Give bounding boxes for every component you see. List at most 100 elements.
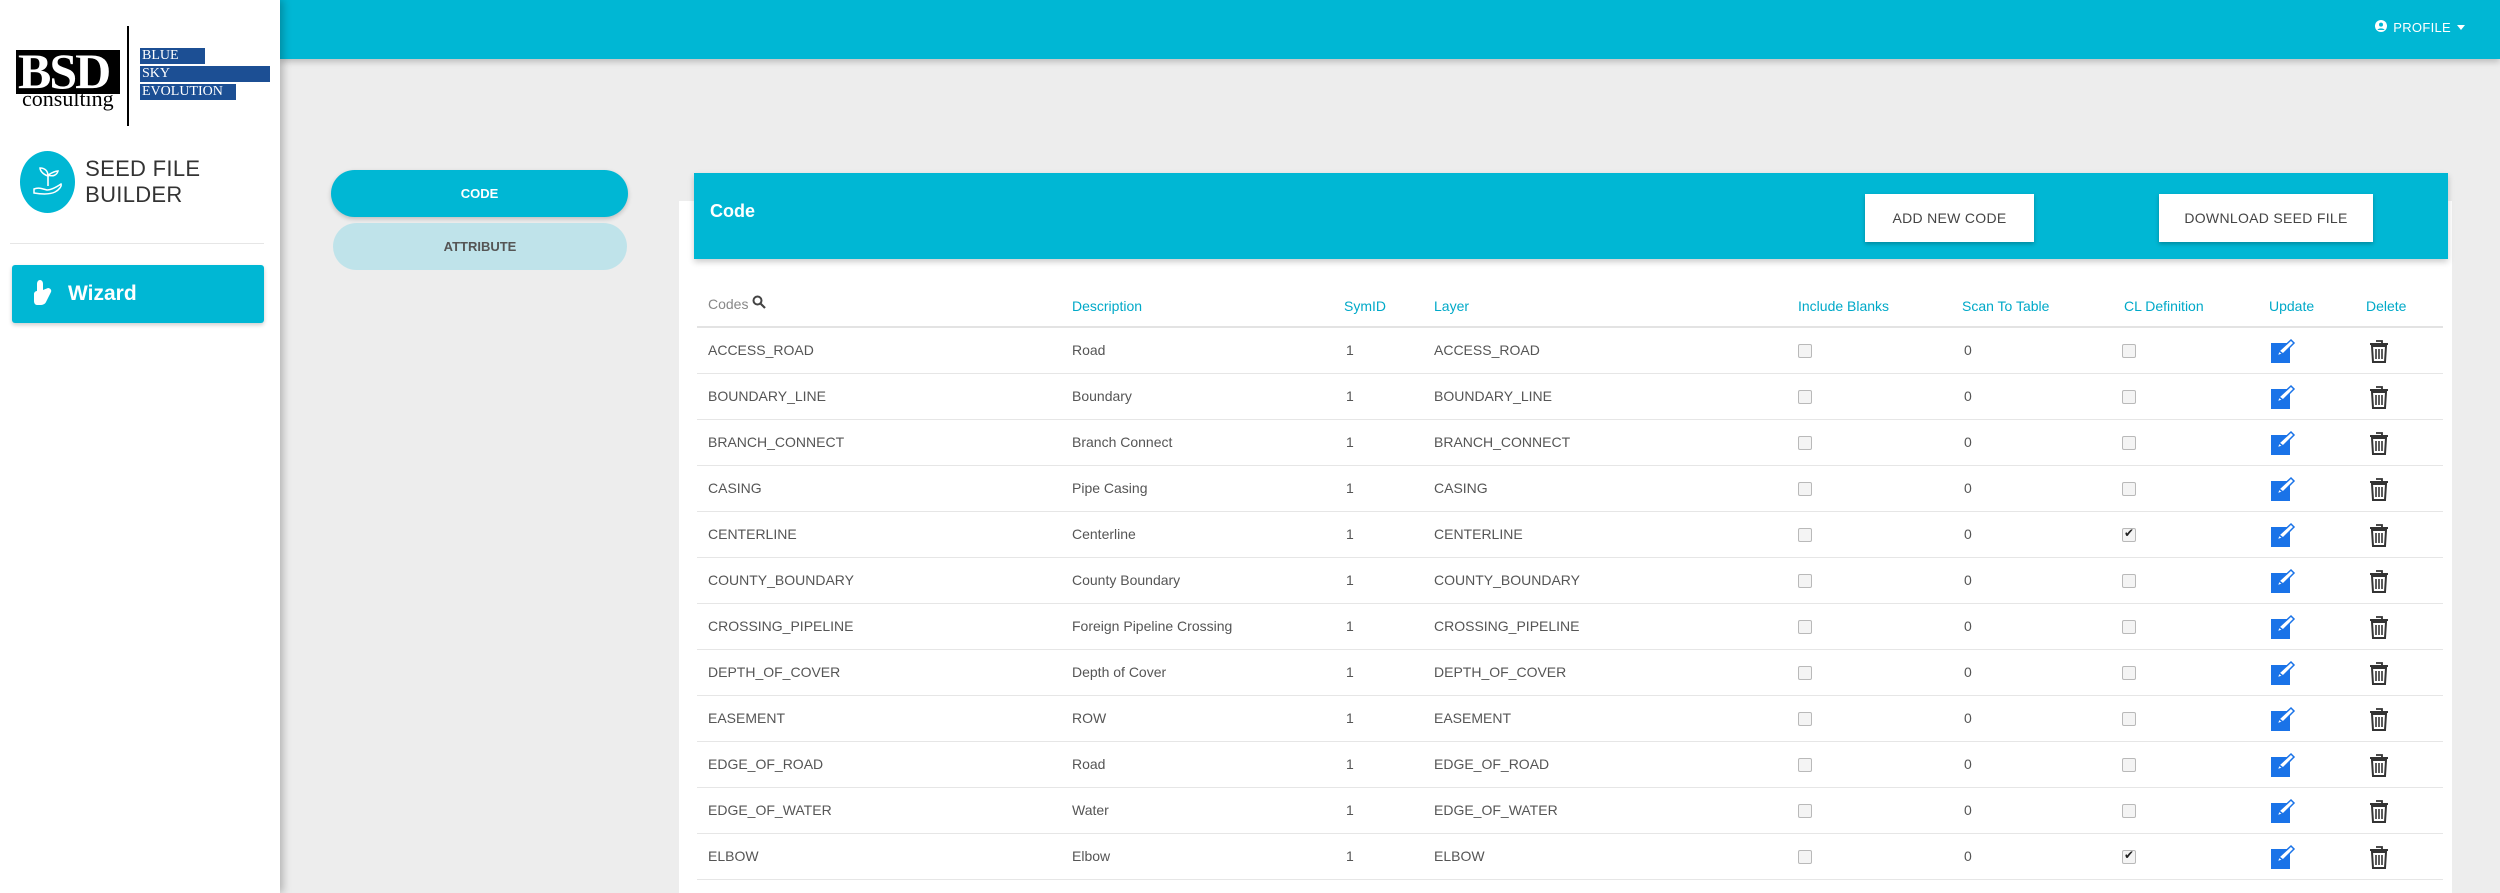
search-icon[interactable] bbox=[752, 295, 767, 312]
trash-icon[interactable] bbox=[2366, 384, 2392, 410]
trash-icon[interactable] bbox=[2366, 752, 2392, 778]
card-title: Code bbox=[710, 201, 755, 221]
trash-icon[interactable] bbox=[2366, 338, 2392, 364]
trash-icon[interactable] bbox=[2366, 568, 2392, 594]
edit-icon[interactable] bbox=[2270, 338, 2296, 364]
layer-cell: ACCESS_ROAD bbox=[1434, 342, 1540, 358]
cl-definition-checkbox[interactable] bbox=[2122, 666, 2136, 680]
edit-icon[interactable] bbox=[2270, 430, 2296, 456]
code-cell: COUNTY_BOUNDARY bbox=[708, 572, 854, 588]
app-brand: SEED FILE BUILDER bbox=[20, 151, 280, 213]
include-blanks-checkbox[interactable] bbox=[1798, 344, 1812, 358]
layer-cell: EASEMENT bbox=[1434, 710, 1512, 726]
symid-cell: 1 bbox=[1346, 848, 1354, 864]
layer-cell: CROSSING_PIPELINE bbox=[1434, 618, 1580, 634]
table-row: CENTERLINE Centerline 1 CENTERLINE 0 bbox=[697, 512, 2443, 558]
download-seed-file-button[interactable]: DOWNLOAD SEED FILE bbox=[2159, 194, 2373, 242]
trash-icon[interactable] bbox=[2366, 706, 2392, 732]
add-new-code-button[interactable]: ADD NEW CODE bbox=[1865, 194, 2034, 242]
table-header: Codes Description SymID Layer Include Bl… bbox=[697, 290, 2443, 328]
edit-icon[interactable] bbox=[2270, 752, 2296, 778]
include-blanks-checkbox[interactable] bbox=[1798, 528, 1812, 542]
cl-definition-checkbox[interactable] bbox=[2122, 574, 2136, 588]
company-logo: BSD consulting BLUE SKY EVOLUTION bbox=[16, 26, 270, 130]
description-cell: Boundary bbox=[1072, 388, 1132, 404]
edit-icon[interactable] bbox=[2270, 522, 2296, 548]
table-row: EDGE_OF_ROAD Road 1 EDGE_OF_ROAD 0 bbox=[697, 742, 2443, 788]
scan-to-table-cell: 0 bbox=[1964, 526, 1972, 542]
table-row: CASING Pipe Casing 1 CASING 0 bbox=[697, 466, 2443, 512]
cl-definition-checkbox[interactable] bbox=[2122, 848, 2136, 864]
codes-table: Codes Description SymID Layer Include Bl… bbox=[697, 290, 2443, 880]
code-cell: CASING bbox=[708, 480, 762, 496]
logo-divider bbox=[127, 26, 129, 126]
edit-icon[interactable] bbox=[2270, 568, 2296, 594]
scan-to-table-cell: 0 bbox=[1964, 756, 1972, 772]
logo-line: SKY bbox=[142, 66, 171, 81]
include-blanks-checkbox[interactable] bbox=[1798, 620, 1812, 634]
description-cell: Centerline bbox=[1072, 526, 1136, 542]
column-header-layer: Layer bbox=[1434, 298, 1470, 314]
cl-definition-checkbox[interactable] bbox=[2122, 344, 2136, 358]
cl-definition-checkbox[interactable] bbox=[2122, 804, 2136, 818]
tab-attribute[interactable]: ATTRIBUTE bbox=[333, 223, 627, 270]
sidebar: BSD consulting BLUE SKY EVOLUTION SEED F… bbox=[0, 0, 280, 893]
code-cell: BOUNDARY_LINE bbox=[708, 388, 827, 404]
code-cell: DEPTH_OF_COVER bbox=[708, 664, 841, 680]
layer-cell: EDGE_OF_WATER bbox=[1434, 802, 1558, 818]
edit-icon[interactable] bbox=[2270, 614, 2296, 640]
table-row: COUNTY_BOUNDARY County Boundary 1 COUNTY_BO… bbox=[697, 558, 2443, 604]
code-cell: EDGE_OF_WATER bbox=[708, 802, 832, 818]
cl-definition-checkbox[interactable] bbox=[2122, 620, 2136, 634]
sidebar-item-wizard[interactable]: Wizard bbox=[12, 265, 264, 323]
cl-definition-checkbox[interactable] bbox=[2122, 390, 2136, 404]
column-header-cl-definition: CL Definition bbox=[2124, 298, 2204, 314]
symid-cell: 1 bbox=[1346, 710, 1354, 726]
cl-definition-checkbox[interactable] bbox=[2122, 526, 2136, 542]
symid-cell: 1 bbox=[1346, 664, 1354, 680]
include-blanks-checkbox[interactable] bbox=[1798, 666, 1812, 680]
include-blanks-checkbox[interactable] bbox=[1798, 482, 1812, 496]
cl-definition-checkbox[interactable] bbox=[2122, 482, 2136, 496]
symid-cell: 1 bbox=[1346, 572, 1354, 588]
symid-cell: 1 bbox=[1346, 434, 1354, 450]
edit-icon[interactable] bbox=[2270, 844, 2296, 870]
include-blanks-checkbox[interactable] bbox=[1798, 390, 1812, 404]
cl-definition-checkbox[interactable] bbox=[2122, 436, 2136, 450]
trash-icon[interactable] bbox=[2366, 430, 2392, 456]
profile-menu[interactable]: PROFILE bbox=[2375, 20, 2465, 35]
trash-icon[interactable] bbox=[2366, 844, 2392, 870]
include-blanks-checkbox[interactable] bbox=[1798, 436, 1812, 450]
layer-cell: BRANCH_CONNECT bbox=[1434, 434, 1571, 450]
edit-icon[interactable] bbox=[2270, 798, 2296, 824]
description-cell: County Boundary bbox=[1072, 572, 1181, 588]
layer-cell: EDGE_OF_ROAD bbox=[1434, 756, 1550, 772]
column-header-codes[interactable]: Codes bbox=[708, 295, 767, 312]
edit-icon[interactable] bbox=[2270, 384, 2296, 410]
code-cell: CROSSING_PIPELINE bbox=[708, 618, 854, 634]
include-blanks-checkbox[interactable] bbox=[1798, 574, 1812, 588]
include-blanks-checkbox[interactable] bbox=[1798, 712, 1812, 726]
tab-code[interactable]: CODE bbox=[331, 170, 628, 217]
include-blanks-checkbox[interactable] bbox=[1798, 804, 1812, 818]
edit-icon[interactable] bbox=[2270, 706, 2296, 732]
trash-icon[interactable] bbox=[2366, 798, 2392, 824]
include-blanks-checkbox[interactable] bbox=[1798, 758, 1812, 772]
include-blanks-checkbox[interactable] bbox=[1798, 850, 1812, 864]
column-header-label: Codes bbox=[708, 295, 749, 312]
scan-to-table-cell: 0 bbox=[1964, 848, 1972, 864]
cl-definition-checkbox[interactable] bbox=[2122, 712, 2136, 726]
table-body: ACCESS_ROAD Road 1 ACCESS_ROAD 0 BOUNDARY_LIN… bbox=[697, 328, 2443, 880]
code-cell: EDGE_OF_ROAD bbox=[708, 756, 824, 772]
trash-icon[interactable] bbox=[2366, 522, 2392, 548]
trash-icon[interactable] bbox=[2366, 614, 2392, 640]
symid-cell: 1 bbox=[1346, 618, 1354, 634]
user-circle-icon bbox=[2375, 20, 2388, 35]
column-header-symid: SymID bbox=[1344, 298, 1386, 314]
trash-icon[interactable] bbox=[2366, 660, 2392, 686]
edit-icon[interactable] bbox=[2270, 476, 2296, 502]
trash-icon[interactable] bbox=[2366, 476, 2392, 502]
cl-definition-checkbox[interactable] bbox=[2122, 758, 2136, 772]
edit-icon[interactable] bbox=[2270, 660, 2296, 686]
scan-to-table-cell: 0 bbox=[1964, 572, 1972, 588]
